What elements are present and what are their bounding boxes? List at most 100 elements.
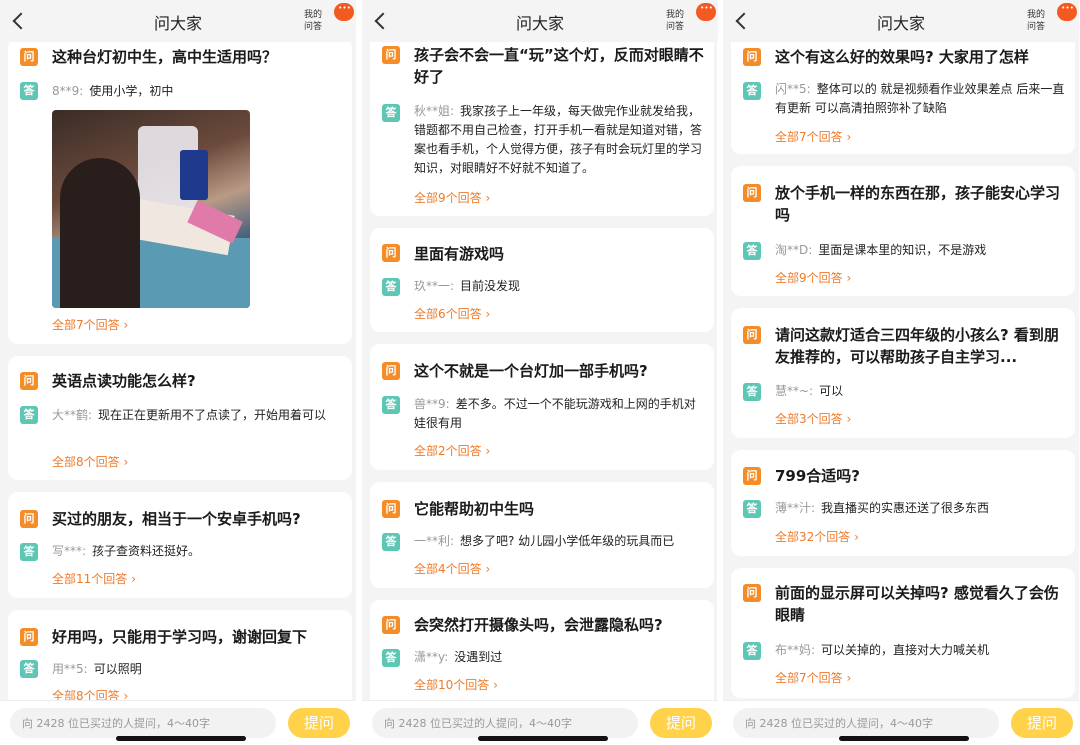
- answer-line: 淘**D: 里面是课本里的知识，不是游戏: [775, 241, 1065, 260]
- qa-card[interactable]: 问 买过的朋友，相当于一个安卓手机吗? 答 写***: 孩子查资料还挺好。 全部1…: [8, 492, 352, 598]
- home-indicator: [839, 736, 969, 741]
- question-icon: 问: [382, 244, 400, 262]
- answer-icon: 答: [382, 533, 400, 551]
- more-menu-icon[interactable]: [334, 3, 354, 21]
- answer-line: 潇**y: 没遇到过: [414, 648, 704, 667]
- ask-button[interactable]: 提问: [288, 708, 350, 738]
- answer-line: 大**鹤: 现在正在更新用不了点读了，开始用着可以: [52, 406, 342, 425]
- all-answers-link[interactable]: 全部8个回答: [52, 689, 128, 700]
- all-answers-link[interactable]: 全部7个回答: [52, 318, 128, 332]
- ask-question-input[interactable]: [733, 708, 999, 738]
- question-text: 前面的显示屏可以关掉吗? 感觉看久了会伤眼睛: [775, 584, 1059, 624]
- answer-user: 潇**y:: [414, 650, 449, 664]
- ask-question-input[interactable]: [10, 708, 276, 738]
- answer-text: 我家孩子上一年级，每天做完作业就发给我，错题都不用自己检查，打开手机一看就是知道…: [414, 104, 703, 175]
- more-menu-icon[interactable]: [1057, 3, 1077, 21]
- qa-card[interactable]: 问 好用吗，只能用于学习吗，谢谢回复下 答 用**5: 可以照明 全部8个回答: [8, 610, 352, 700]
- question-text: 放个手机一样的东西在那，孩子能安心学习吗: [775, 184, 1061, 224]
- answer-icon: 答: [743, 642, 761, 660]
- qa-list[interactable]: 问 这种台灯初中生，高中生适用吗？ 答 8**9: 使用小学，初中 全部7个回答 …: [0, 0, 356, 700]
- my-qa-line1: 我的: [303, 10, 322, 20]
- question-text: 这种台灯初中生，高中生适用吗？: [52, 48, 278, 66]
- all-answers-link[interactable]: 全部4个回答: [414, 562, 490, 576]
- qa-card[interactable]: 问 孩子会不会一直“玩”这个灯，反而对眼睛不好了 答 秋**姐: 我家孩子上一年级…: [370, 34, 714, 216]
- qa-card[interactable]: 问 放个手机一样的东西在那，孩子能安心学习吗 答 淘**D: 里面是课本里的知识，…: [731, 166, 1075, 296]
- question-icon: 问: [20, 510, 38, 528]
- all-answers-link[interactable]: 全部7个回答: [775, 130, 851, 144]
- answer-user: 一**利:: [414, 534, 455, 548]
- ask-question-input[interactable]: [372, 708, 638, 738]
- all-answers-link[interactable]: 全部3个回答: [775, 412, 851, 426]
- all-answers-link[interactable]: 全部7个回答: [775, 671, 851, 685]
- answer-line: 布**妈: 可以关掉的，直接对大力喊关机: [775, 641, 1065, 660]
- answer-text: 可以: [819, 384, 844, 398]
- answer-icon: 答: [382, 649, 400, 667]
- question-icon: 问: [20, 372, 38, 390]
- qa-card[interactable]: 问 这个有这么好的效果吗? 大家用了怎样 答 闪**5: 整体可以的 就是视频看作…: [731, 30, 1075, 154]
- nav-header: 问大家 我的 问答: [723, 0, 1079, 42]
- answer-line: 慧**~: 可以: [775, 382, 1065, 401]
- answer-user: 玖**一:: [414, 279, 455, 293]
- answer-user: 闪**5:: [775, 82, 811, 96]
- my-qa-button[interactable]: 我的 问答: [1023, 9, 1049, 33]
- all-answers-link[interactable]: 全部6个回答: [414, 307, 490, 321]
- question-icon: 问: [382, 362, 400, 380]
- my-qa-line1: 我的: [665, 10, 684, 20]
- back-arrow-icon[interactable]: [8, 9, 30, 33]
- all-answers-link[interactable]: 全部32个回答: [775, 530, 859, 544]
- all-answers-link[interactable]: 全部8个回答: [52, 455, 128, 469]
- answer-text: 使用小学，初中: [89, 84, 174, 98]
- question-text: 会突然打开摄像头吗，会泄露隐私吗?: [414, 616, 663, 634]
- back-arrow-icon[interactable]: [370, 9, 392, 33]
- answer-user: 布**妈:: [775, 643, 816, 657]
- qa-list[interactable]: 问 孩子会不会一直“玩”这个灯，反而对眼睛不好了 答 秋**姐: 我家孩子上一年级…: [362, 0, 718, 700]
- answer-icon: 答: [20, 543, 38, 561]
- all-answers-link[interactable]: 全部9个回答: [414, 191, 490, 205]
- question-text: 799合适吗?: [775, 467, 861, 485]
- ask-button[interactable]: 提问: [1011, 708, 1073, 738]
- qa-card[interactable]: 问 里面有游戏吗 答 玖**一: 目前没发现 全部6个回答: [370, 228, 714, 332]
- all-answers-link[interactable]: 全部9个回答: [775, 271, 851, 285]
- answer-user: 慧**~:: [775, 384, 814, 398]
- qa-list[interactable]: 问 这个有这么好的效果吗? 大家用了怎样 答 闪**5: 整体可以的 就是视频看作…: [723, 0, 1079, 700]
- screenshot-panel-3: 问 这个有这么好的效果吗? 大家用了怎样 答 闪**5: 整体可以的 就是视频看作…: [723, 0, 1079, 745]
- qa-card[interactable]: 问 请问这款灯适合三四年级的小孩么? 看到朋友推荐的，可以帮助孩子自主学习...…: [731, 308, 1075, 438]
- answer-text: 想多了吧? 幼儿园小学低年级的玩具而已: [460, 534, 675, 548]
- answer-line: 闪**5: 整体可以的 就是视频看作业效果差点 后来一直有更新 可以高清拍照弥补了…: [775, 80, 1065, 118]
- qa-card[interactable]: 问 它能帮助初中生吗 答 一**利: 想多了吧? 幼儿园小学低年级的玩具而已 全部…: [370, 482, 714, 588]
- ask-button[interactable]: 提问: [650, 708, 712, 738]
- all-answers-link[interactable]: 全部11个回答: [52, 572, 136, 586]
- qa-card[interactable]: 问 799合适吗? 答 薄**汁: 我直播买的实惠还送了很多东西 全部32个回答: [731, 450, 1075, 556]
- answer-text: 整体可以的 就是视频看作业效果差点 后来一直有更新 可以高清拍照弥补了缺陷: [775, 82, 1065, 115]
- answer-photo[interactable]: [52, 110, 250, 308]
- answer-user: 大**鹤:: [52, 408, 93, 422]
- qa-card[interactable]: 问 会突然打开摄像头吗，会泄露隐私吗? 答 潇**y: 没遇到过 全部10个回答: [370, 600, 714, 700]
- answer-icon: 答: [20, 406, 38, 424]
- qa-card[interactable]: 问 英语点读功能怎么样? 答 大**鹤: 现在正在更新用不了点读了，开始用着可以 …: [8, 356, 352, 480]
- my-qa-button[interactable]: 我的 问答: [300, 9, 326, 33]
- all-answers-link[interactable]: 全部2个回答: [414, 444, 490, 458]
- answer-user: 8**9:: [52, 84, 84, 98]
- answer-user: 用**5:: [52, 662, 88, 676]
- screenshot-panel-2: 问 孩子会不会一直“玩”这个灯，反而对眼睛不好了 答 秋**姐: 我家孩子上一年级…: [362, 0, 718, 745]
- answer-line: 写***: 孩子查资料还挺好。: [52, 542, 342, 561]
- qa-card[interactable]: 问 前面的显示屏可以关掉吗? 感觉看久了会伤眼睛 答 布**妈: 可以关掉的，直接…: [731, 568, 1075, 698]
- answer-text: 目前没发现: [460, 279, 521, 293]
- answer-line: 薄**汁: 我直播买的实惠还送了很多东西: [775, 499, 1065, 518]
- my-qa-button[interactable]: 我的 问答: [662, 9, 688, 33]
- nav-header: 问大家 我的 问答: [0, 0, 356, 42]
- answer-text: 可以关掉的，直接对大力喊关机: [821, 643, 990, 657]
- screenshot-panel-1: 问 这种台灯初中生，高中生适用吗？ 答 8**9: 使用小学，初中 全部7个回答 …: [0, 0, 356, 745]
- question-text: 好用吗，只能用于学习吗，谢谢回复下: [52, 628, 308, 646]
- qa-card[interactable]: 问 这个不就是一个台灯加一部手机吗? 答 兽**9: 差不多。不过一个不能玩游戏和…: [370, 344, 714, 470]
- qa-card[interactable]: 问 这种台灯初中生，高中生适用吗？ 答 8**9: 使用小学，初中 全部7个回答: [8, 38, 352, 344]
- answer-icon: 答: [743, 500, 761, 518]
- more-menu-icon[interactable]: [696, 3, 716, 21]
- answer-user: 写***:: [52, 544, 87, 558]
- answer-icon: 答: [743, 242, 761, 260]
- answer-line: 秋**姐: 我家孩子上一年级，每天做完作业就发给我，错题都不用自己检查，打开手机一…: [414, 102, 704, 178]
- back-arrow-icon[interactable]: [731, 9, 753, 33]
- question-icon: 问: [743, 467, 761, 485]
- all-answers-link[interactable]: 全部10个回答: [414, 678, 498, 692]
- question-icon: 问: [743, 326, 761, 344]
